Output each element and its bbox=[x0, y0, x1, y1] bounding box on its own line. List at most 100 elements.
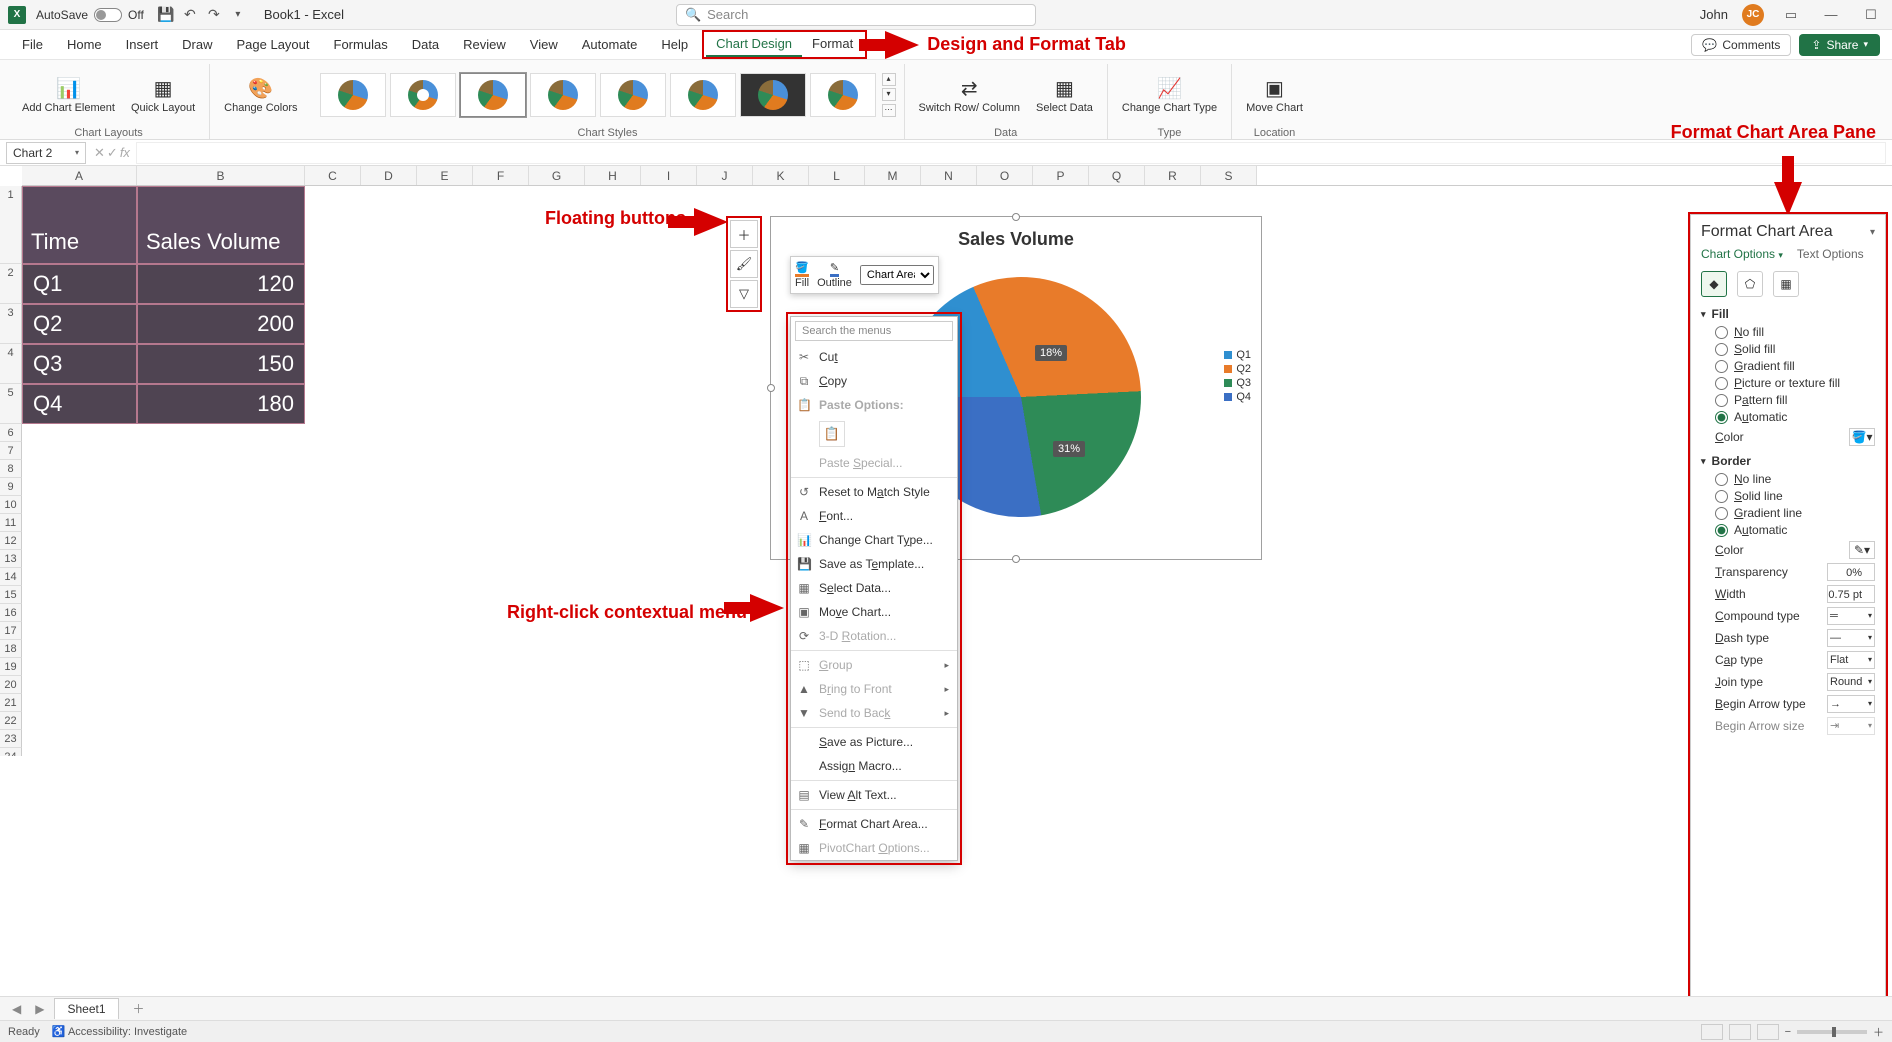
sheet-nav-prev-icon[interactable]: ◀ bbox=[8, 1002, 25, 1016]
chart-style-7[interactable] bbox=[740, 73, 806, 117]
menu-alt-text[interactable]: ▤View Alt Text... bbox=[791, 783, 957, 807]
menu-change-chart-type[interactable]: 📊Change Chart Type... bbox=[791, 528, 957, 552]
resize-handle[interactable] bbox=[1012, 213, 1020, 221]
col-R[interactable]: R bbox=[1145, 166, 1201, 185]
begin-arrow-size-dropdown[interactable]: ⇥▾ bbox=[1827, 717, 1875, 735]
resize-handle[interactable] bbox=[767, 384, 775, 392]
row-5[interactable]: 5 bbox=[0, 384, 22, 424]
row-6[interactable]: 6 bbox=[0, 424, 22, 442]
col-A[interactable]: A bbox=[22, 166, 137, 185]
change-colors-button[interactable]: 🎨Change Colors bbox=[218, 72, 303, 116]
autosave-toggle[interactable]: AutoSave Off bbox=[36, 8, 144, 22]
switch-row-column-button[interactable]: ⇄Switch Row/ Column bbox=[913, 72, 1026, 116]
fill-color-picker[interactable]: 🪣▾ bbox=[1849, 428, 1875, 446]
menu-format-chart-area[interactable]: ✎Format Chart Area... bbox=[791, 812, 957, 836]
maximize-icon[interactable]: ☐ bbox=[1858, 4, 1884, 26]
styles-more-icon[interactable]: ⋯ bbox=[882, 104, 896, 117]
paste-option-button[interactable]: 📋 bbox=[819, 421, 845, 447]
row-17[interactable]: 17 bbox=[0, 622, 22, 640]
border-section-header[interactable]: ▾Border bbox=[1701, 454, 1875, 468]
row-3[interactable]: 3 bbox=[0, 304, 22, 344]
table-header-sales[interactable]: Sales Volume bbox=[137, 186, 305, 264]
row-12[interactable]: 12 bbox=[0, 532, 22, 550]
col-S[interactable]: S bbox=[1201, 166, 1257, 185]
menu-font[interactable]: AFont... bbox=[791, 504, 957, 528]
qat-more-icon[interactable]: ▾ bbox=[230, 7, 246, 23]
fill-solid[interactable]: Solid fill bbox=[1715, 342, 1875, 356]
text-options-tab[interactable]: Text Options bbox=[1797, 247, 1864, 261]
row-24[interactable]: 24 bbox=[0, 748, 22, 756]
row-22[interactable]: 22 bbox=[0, 712, 22, 730]
chart-style-4[interactable] bbox=[530, 73, 596, 117]
fill-section-header[interactable]: ▾Fill bbox=[1701, 307, 1875, 321]
sheet-nav-next-icon[interactable]: ▶ bbox=[31, 1002, 48, 1016]
zoom-slider[interactable] bbox=[1797, 1030, 1867, 1034]
chart-style-2[interactable] bbox=[390, 73, 456, 117]
tab-chart-design[interactable]: Chart Design bbox=[706, 32, 802, 57]
join-dropdown[interactable]: Round▾ bbox=[1827, 673, 1875, 691]
fill-gradient[interactable]: Gradient fill bbox=[1715, 359, 1875, 373]
width-input[interactable]: 0.75 pt bbox=[1827, 585, 1875, 603]
styles-down-icon[interactable]: ▾ bbox=[882, 88, 896, 101]
row-19[interactable]: 19 bbox=[0, 658, 22, 676]
row-20[interactable]: 20 bbox=[0, 676, 22, 694]
styles-up-icon[interactable]: ▴ bbox=[882, 73, 896, 86]
chart-style-5[interactable] bbox=[600, 73, 666, 117]
compound-dropdown[interactable]: ═▾ bbox=[1827, 607, 1875, 625]
chart-legend[interactable]: Q1 Q2 Q3 Q4 bbox=[1224, 347, 1251, 405]
col-P[interactable]: P bbox=[1033, 166, 1089, 185]
add-chart-element-button[interactable]: 📊Add Chart Element bbox=[16, 72, 121, 116]
chart-element-selector[interactable]: Chart Area bbox=[860, 265, 934, 285]
menu-select-data[interactable]: ▦Select Data... bbox=[791, 576, 957, 600]
chart-styles-button[interactable]: 🖌 bbox=[730, 250, 758, 278]
border-color-picker[interactable]: ✎▾ bbox=[1849, 541, 1875, 559]
tab-draw[interactable]: Draw bbox=[172, 33, 222, 56]
toggle-switch-icon[interactable] bbox=[94, 8, 122, 22]
cell-B3[interactable]: 200 bbox=[137, 304, 305, 344]
add-sheet-icon[interactable]: ＋ bbox=[133, 1000, 145, 1017]
row-14[interactable]: 14 bbox=[0, 568, 22, 586]
chart-options-tab[interactable]: Chart Options ▾ bbox=[1701, 247, 1783, 261]
tab-home[interactable]: Home bbox=[57, 33, 112, 56]
menu-save-picture[interactable]: Save as Picture... bbox=[791, 730, 957, 754]
user-avatar[interactable]: JC bbox=[1742, 4, 1764, 26]
border-gradient[interactable]: Gradient line bbox=[1715, 506, 1875, 520]
col-F[interactable]: F bbox=[473, 166, 529, 185]
fx-icon[interactable]: fx bbox=[120, 145, 130, 160]
transparency-input[interactable]: 0% bbox=[1827, 563, 1875, 581]
fill-no-fill[interactable]: No fill bbox=[1715, 325, 1875, 339]
tab-view[interactable]: View bbox=[520, 33, 568, 56]
move-chart-button[interactable]: ▣Move Chart bbox=[1240, 72, 1309, 116]
row-2[interactable]: 2 bbox=[0, 264, 22, 304]
tab-formulas[interactable]: Formulas bbox=[324, 33, 398, 56]
row-1[interactable]: 1 bbox=[0, 186, 22, 264]
cell-A2[interactable]: Q1 bbox=[22, 264, 137, 304]
row-23[interactable]: 23 bbox=[0, 730, 22, 748]
row-11[interactable]: 11 bbox=[0, 514, 22, 532]
tab-data[interactable]: Data bbox=[402, 33, 449, 56]
cell-A5[interactable]: Q4 bbox=[22, 384, 137, 424]
tab-file[interactable]: File bbox=[12, 33, 53, 56]
cell-B4[interactable]: 150 bbox=[137, 344, 305, 384]
border-automatic[interactable]: Automatic bbox=[1715, 523, 1875, 537]
col-O[interactable]: O bbox=[977, 166, 1033, 185]
cancel-icon[interactable]: ✕ bbox=[94, 145, 105, 161]
tab-page-layout[interactable]: Page Layout bbox=[227, 33, 320, 56]
sheet-tab-sheet1[interactable]: Sheet1 bbox=[54, 998, 118, 1019]
row-21[interactable]: 21 bbox=[0, 694, 22, 712]
chart-style-1[interactable] bbox=[320, 73, 386, 117]
quick-layout-button[interactable]: ▦Quick Layout bbox=[125, 72, 201, 116]
chart-elements-button[interactable]: ＋ bbox=[730, 220, 758, 248]
tab-review[interactable]: Review bbox=[453, 33, 516, 56]
cell-B2[interactable]: 120 bbox=[137, 264, 305, 304]
change-chart-type-button[interactable]: 📈Change Chart Type bbox=[1116, 72, 1223, 116]
menu-save-template[interactable]: 💾Save as Template... bbox=[791, 552, 957, 576]
col-D[interactable]: D bbox=[361, 166, 417, 185]
menu-cut[interactable]: ✂Cut bbox=[791, 345, 957, 369]
search-box[interactable]: 🔍 Search bbox=[676, 4, 1036, 26]
chart-style-8[interactable] bbox=[810, 73, 876, 117]
page-layout-view-icon[interactable] bbox=[1729, 1024, 1751, 1040]
chart-filters-button[interactable]: ▽ bbox=[730, 280, 758, 308]
fill-automatic[interactable]: Automatic bbox=[1715, 410, 1875, 424]
col-I[interactable]: I bbox=[641, 166, 697, 185]
